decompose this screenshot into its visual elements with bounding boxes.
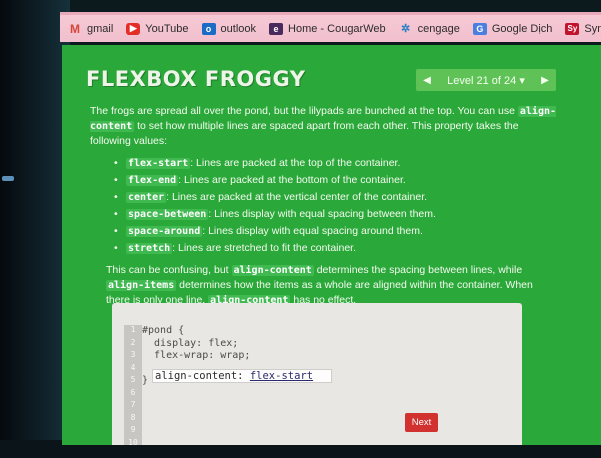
bookmark-label: Home - CougarWeb: [288, 22, 386, 35]
cengage-icon: ✲: [401, 23, 411, 35]
line-number: 9: [130, 425, 136, 434]
value-description: : Lines are packed at the top of the con…: [190, 157, 401, 169]
line-number: 8: [130, 412, 136, 422]
bookmark-google-dich[interactable]: G Google Dịch: [472, 22, 553, 35]
level-indicator[interactable]: Level 21 of 24 ▾: [438, 74, 534, 87]
line-number: 10: [128, 437, 138, 446]
code-tag: align-content: [231, 265, 314, 276]
line-number: 5: [130, 375, 136, 384]
monitor-bezel-left: [0, 0, 70, 458]
value-description: : Lines are stretched to fit the contain…: [172, 242, 357, 254]
code-tag: center: [126, 192, 167, 203]
gmail-icon: M: [70, 21, 80, 36]
value-description: : Lines display with equal spacing betwe…: [208, 208, 436, 220]
line-number: 2: [130, 337, 136, 347]
answer-property: align-content:: [155, 370, 244, 382]
code-tag: stretch: [126, 243, 173, 254]
window-edge-marker: [2, 176, 14, 181]
youtube-icon: ▶: [126, 22, 141, 35]
symbolab-icon: Sy: [565, 22, 580, 35]
bookmark-label: Google Dịch: [491, 22, 553, 35]
value-description: : Lines display with equal spacing aroun…: [202, 225, 423, 237]
bookmark-outlook[interactable]: o outlook: [201, 22, 257, 35]
css-answer-input[interactable]: align-content: flex-start: [152, 369, 332, 383]
bookmark-label: Symbolab Math Sol...: [584, 22, 601, 35]
next-level-icon[interactable]: ▶: [534, 69, 556, 91]
instructions: The frogs are spread all over the pond, …: [90, 104, 560, 308]
intro-paragraph: The frogs are spread all over the pond, …: [90, 104, 560, 148]
list-item: flex-end: Lines are packed at the bottom…: [114, 173, 560, 188]
note-text: determines the spacing between lines, wh…: [316, 264, 523, 276]
list-item: center: Lines are packed at the vertical…: [114, 190, 560, 205]
code-tag: align-items: [106, 280, 177, 291]
bookmark-label: outlook: [220, 22, 257, 35]
css-editor: 1 2 3 4 5 6 7 8 9 10 #pond { display: fl…: [112, 303, 522, 445]
next-button[interactable]: Next: [405, 413, 438, 432]
intro-text: The frogs are spread all over the pond, …: [90, 105, 515, 117]
note-paragraph: This can be confusing, but align-content…: [106, 263, 556, 308]
bookmark-label: cengage: [417, 22, 460, 35]
bookmark-gmail[interactable]: M gmail: [68, 21, 114, 36]
bookmark-label: gmail: [87, 22, 114, 35]
answer-value: flex-start: [249, 370, 314, 382]
game-title: FLEXBOX FROGGY: [86, 67, 306, 91]
list-item: space-around: Lines display with equal s…: [114, 224, 560, 239]
line-number: 4: [130, 362, 136, 372]
code-tag: flex-start: [126, 158, 191, 169]
value-description: : Lines are packed at the vertical cente…: [166, 191, 428, 203]
line-number: 6: [130, 387, 136, 397]
values-list: flex-start: Lines are packed at the top …: [114, 156, 560, 256]
list-item: space-between: Lines display with equal …: [114, 207, 560, 222]
level-label: Level 21 of 24: [447, 74, 517, 87]
line-number: 1: [130, 325, 136, 334]
bookmark-youtube[interactable]: ▶ YouTube: [126, 22, 189, 35]
flexbox-froggy-panel: FLEXBOX FROGGY ◀ Level 21 of 24 ▾ ▶ The …: [62, 45, 601, 445]
bookmark-cengage[interactable]: ✲ cengage: [399, 22, 460, 36]
cougarweb-icon: e: [269, 22, 284, 35]
line-number: 3: [130, 350, 136, 359]
code-tag: space-around: [126, 226, 203, 237]
intro-text: to set how multiple lines are spaced apa…: [90, 120, 519, 147]
prev-level-icon[interactable]: ◀: [416, 69, 438, 91]
code-lines: #pond { display: flex; flex-wrap: wrap; …: [142, 325, 518, 445]
value-description: : Lines are packed at the bottom of the …: [178, 174, 406, 186]
level-navigator: ◀ Level 21 of 24 ▾ ▶: [416, 69, 556, 91]
code-tag: flex-end: [126, 175, 179, 186]
bookmarks-bar: M gmail ▶ YouTube o outlook e Home - Cou…: [60, 12, 601, 42]
bookmark-symbolab[interactable]: Sy Symbolab Math Sol...: [565, 22, 601, 35]
code-tag: space-between: [126, 209, 209, 220]
outlook-icon: o: [201, 22, 216, 35]
bookmark-label: YouTube: [145, 22, 189, 35]
line-number: 7: [130, 400, 136, 409]
note-text: This can be confusing, but: [106, 264, 229, 276]
level-dropdown-icon: ▾: [519, 74, 525, 87]
list-item: flex-start: Lines are packed at the top …: [114, 156, 560, 171]
code-line: display: flex;: [142, 337, 239, 349]
list-item: stretch: Lines are stretched to fit the …: [114, 241, 560, 256]
code-line: flex-wrap: wrap;: [142, 350, 251, 361]
google-translate-icon: G: [472, 22, 487, 35]
bookmark-cougarweb[interactable]: e Home - CougarWeb: [269, 22, 386, 35]
code-line: #pond {: [142, 325, 185, 336]
line-number-gutter: 1 2 3 4 5 6 7 8 9 10: [124, 325, 142, 445]
